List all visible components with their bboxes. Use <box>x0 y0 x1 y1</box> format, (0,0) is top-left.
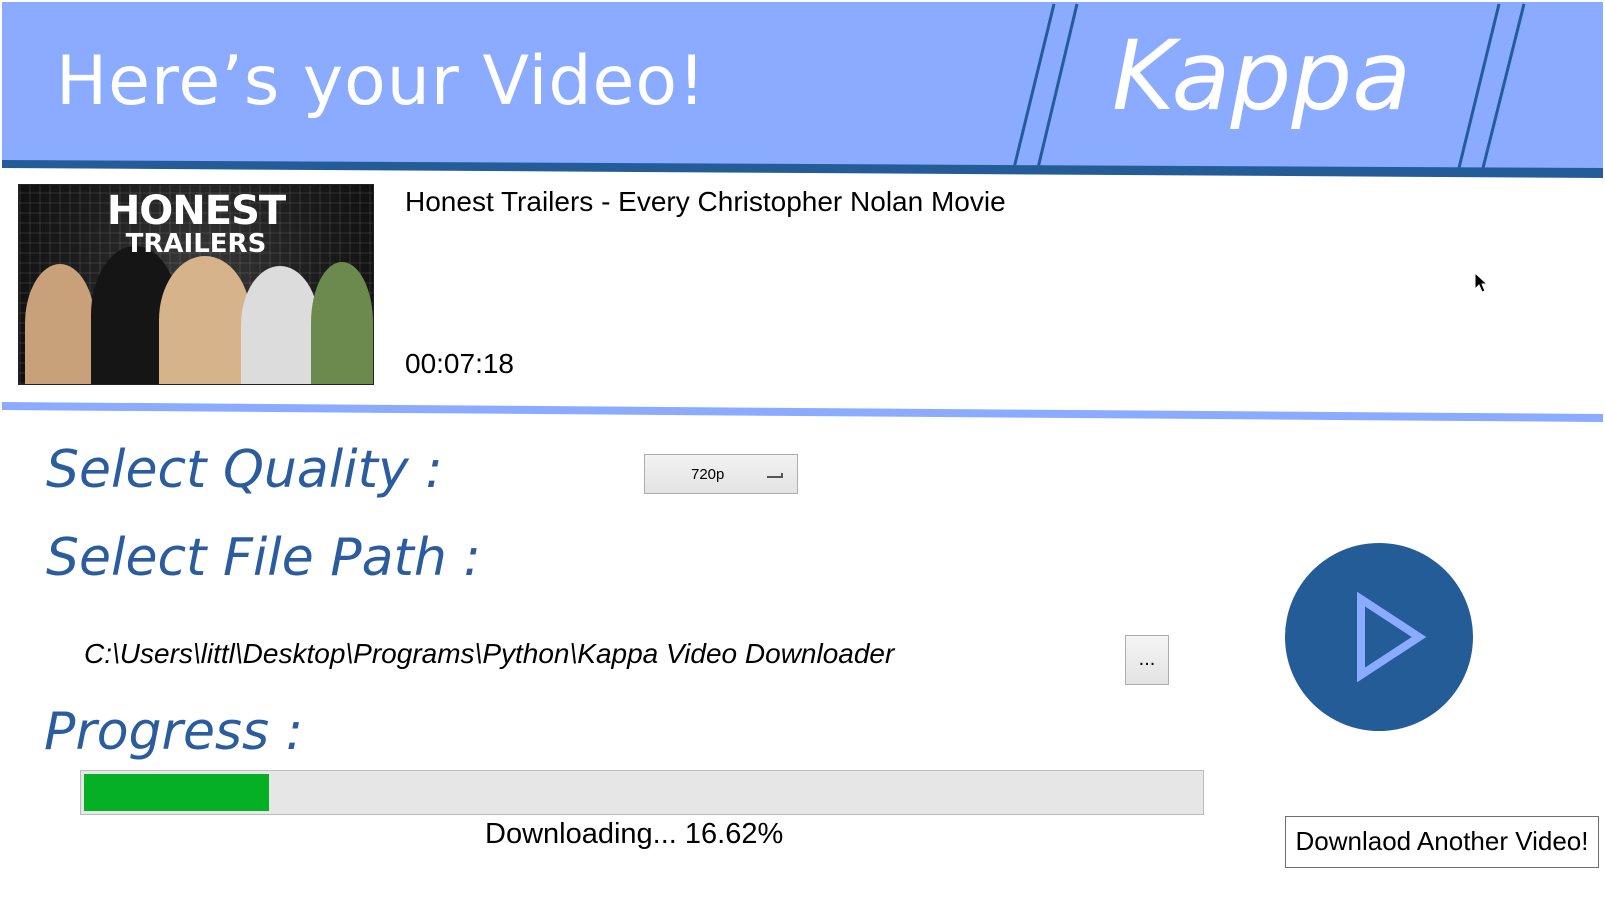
play-icon <box>1357 591 1427 683</box>
browse-button[interactable]: ... <box>1125 635 1169 685</box>
file-path-value: C:\Users\littl\Desktop\Programs\Python\K… <box>84 638 895 669</box>
page-title: Here’s your Video! <box>56 42 707 121</box>
header-banner: Here’s your Video! Kappa <box>2 2 1603 178</box>
quality-dropdown[interactable]: 720p <box>644 454 798 494</box>
thumbnail-figure <box>159 256 251 384</box>
video-duration: 00:07:18 <box>405 348 514 379</box>
thumbnail-figure <box>311 262 373 384</box>
quality-label: Select Quality : <box>46 440 443 500</box>
thumbnail-title: HONEST <box>106 188 286 234</box>
kappa-downloader-window: Here’s your Video! Kappa HONEST TRAILERS… <box>0 0 1605 905</box>
download-play-button[interactable] <box>1285 543 1473 731</box>
chevron-down-icon <box>767 473 783 478</box>
video-title: Honest Trailers - Every Christopher Nola… <box>405 186 1006 217</box>
progress-label: Progress : <box>44 702 304 762</box>
video-thumbnail: HONEST TRAILERS <box>18 184 374 385</box>
thumbnail-figure <box>241 266 319 384</box>
progress-status-text: Downloading... 16.62% <box>485 818 784 850</box>
progress-bar <box>80 770 1204 815</box>
mouse-cursor-icon <box>1474 272 1489 293</box>
file-path-label: Select File Path : <box>46 528 481 588</box>
progress-bar-fill <box>84 774 269 811</box>
thumbnail-figure <box>25 264 95 384</box>
brand-logo-text: Kappa <box>1112 20 1412 132</box>
download-another-button[interactable]: Downlaod Another Video! <box>1285 816 1599 868</box>
thumbnail-subtitle: TRAILERS <box>125 229 267 259</box>
section-divider <box>2 402 1603 422</box>
quality-selected-value: 720p <box>691 466 725 483</box>
